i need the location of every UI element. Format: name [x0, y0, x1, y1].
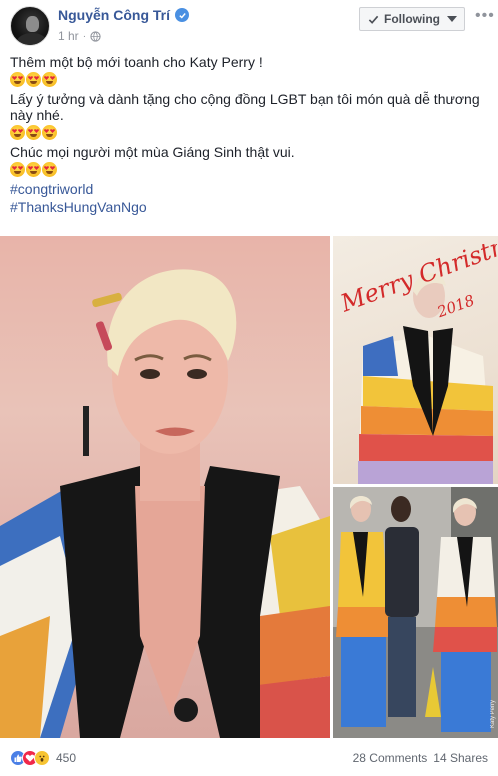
post-header: Nguyễn Công Trí 1 hr · Following •••: [0, 0, 498, 56]
main-photo[interactable]: [0, 236, 330, 738]
reactions[interactable]: 450: [10, 750, 76, 766]
emoji-row-3: [10, 162, 490, 178]
verified-badge-icon: [175, 8, 189, 22]
heart-eyes-emoji: [10, 72, 25, 87]
post-line-1: Thêm một bộ mới toanh cho Katy Perry !: [10, 54, 263, 70]
emoji-row-2: [10, 125, 490, 141]
post-text: Thêm một bộ mới toanh cho Katy Perry ! L…: [10, 54, 490, 217]
christmas-photo[interactable]: Merry Christmas 2018: [333, 236, 498, 484]
emoji-row-1: [10, 72, 490, 88]
heart-eyes-emoji: [10, 125, 25, 140]
heart-eyes-emoji: [26, 72, 41, 87]
engagement-stats: 28 Comments 14 Shares: [353, 751, 488, 765]
comments-count[interactable]: 28 Comments: [353, 751, 428, 765]
heart-eyes-emoji: [42, 72, 57, 87]
post-meta: 1 hr ·: [58, 29, 101, 43]
following-button[interactable]: Following: [359, 7, 465, 31]
street-photo[interactable]: Katy Perry: [333, 487, 498, 738]
post-line-2: Lấy ý tưởng và dành tặng cho cộng đồng L…: [10, 91, 480, 123]
heart-eyes-emoji: [42, 125, 57, 140]
author-name-row: Nguyễn Công Trí: [58, 7, 189, 23]
heart-eyes-emoji: [26, 162, 41, 177]
globe-icon: [90, 30, 101, 42]
following-label: Following: [384, 12, 440, 26]
shares-count[interactable]: 14 Shares: [433, 751, 488, 765]
post-time[interactable]: 1 hr: [58, 29, 79, 43]
wow-reaction-icon: [34, 750, 50, 766]
reaction-count: 450: [56, 751, 77, 765]
hashtag-congtriworld[interactable]: #congtriworld: [10, 181, 490, 197]
heart-eyes-emoji: [26, 125, 41, 140]
photo-caption: Katy Perry: [490, 699, 496, 728]
street-illustration: [333, 487, 498, 738]
photo-title-line2: 2018: [434, 291, 477, 321]
check-icon: [368, 15, 379, 24]
author-name[interactable]: Nguyễn Công Trí: [58, 7, 170, 23]
portrait-illustration: [0, 269, 330, 738]
chevron-down-icon: [447, 16, 457, 22]
post-footer: 450 28 Comments 14 Shares: [0, 740, 498, 776]
author-avatar[interactable]: [10, 6, 50, 46]
heart-eyes-emoji: [42, 162, 57, 177]
more-options-icon[interactable]: •••: [475, 8, 494, 25]
post-line-3: Chúc mọi người một mùa Giáng Sinh thật v…: [10, 144, 295, 160]
meta-separator: ·: [82, 30, 87, 42]
heart-eyes-emoji: [10, 162, 25, 177]
merry-christmas-overlay: Merry Christmas 2018: [339, 244, 497, 322]
hashtag-thankshungvanngo[interactable]: #ThanksHungVanNgo: [10, 199, 490, 215]
